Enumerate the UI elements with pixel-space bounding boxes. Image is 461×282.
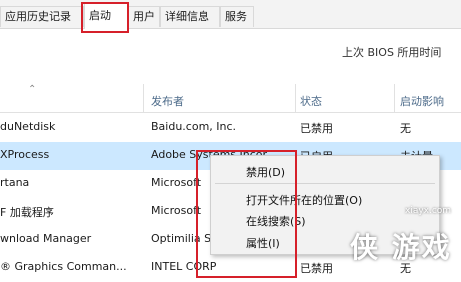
- app-name: XProcess: [0, 148, 50, 161]
- sort-chevron-up-icon[interactable]: ⌃: [28, 84, 36, 95]
- app-name: ® Graphics Comman...: [0, 260, 127, 273]
- app-name: F 加载程序: [0, 206, 54, 219]
- column-divider[interactable]: [143, 84, 144, 112]
- bios-time-label: 上次 BIOS 所用时间: [342, 46, 442, 59]
- tab-app-history[interactable]: 应用历史记录: [0, 6, 84, 27]
- tab-users[interactable]: 用户: [128, 6, 160, 27]
- app-name: wnload Manager: [0, 232, 92, 245]
- tab-services[interactable]: 服务: [220, 6, 254, 27]
- column-header-publisher[interactable]: 发布者: [151, 93, 184, 109]
- column-header-impact[interactable]: 启动影响: [400, 93, 444, 109]
- publisher: Baidu.com, Inc.: [151, 120, 237, 133]
- column-header-status[interactable]: 状态: [300, 93, 322, 109]
- watermark-logo: 侠 游戏: [350, 231, 452, 264]
- column-divider[interactable]: [394, 84, 395, 112]
- menu-highlight-box: [196, 150, 297, 278]
- header-divider: [0, 112, 461, 113]
- column-divider[interactable]: [295, 84, 296, 112]
- startup-tab-highlight: [81, 2, 129, 33]
- watermark-site: xiayx.com: [405, 206, 452, 216]
- app-name: rtana: [0, 176, 30, 189]
- tab-bar: 应用历史记录 启动 用户 详细信息 服务: [0, 0, 461, 29]
- app-name: duNetdisk: [0, 120, 56, 133]
- status: 已禁用: [300, 122, 333, 135]
- tab-details[interactable]: 详细信息: [160, 6, 220, 27]
- table-row[interactable]: duNetdisk Baidu.com, Inc. 已禁用 无: [0, 114, 461, 142]
- startup-impact: 无: [400, 122, 411, 135]
